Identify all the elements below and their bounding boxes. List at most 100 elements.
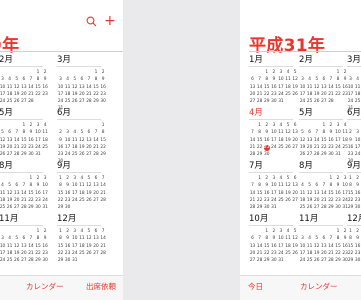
month-block[interactable]: 11月 1 2 3 4 5 6 7 8 9 10 11 12 13 14 15 16 17 18 19 20 21 22 23… [0, 214, 49, 264]
day-cell[interactable]: 21 [249, 144, 256, 151]
day-cell[interactable]: 22 [347, 197, 354, 204]
day-cell[interactable]: 10 [299, 84, 306, 91]
day-cell[interactable]: 25 [354, 98, 361, 105]
day-cell[interactable]: 24 [334, 144, 341, 151]
day-cell[interactable]: 7 [249, 182, 256, 189]
day-cell[interactable]: 19 [292, 84, 299, 91]
day-cell[interactable]: 4 [78, 175, 85, 182]
day-cell[interactable]: 22 [34, 91, 41, 98]
day-cell[interactable]: 23 [100, 91, 107, 98]
day-cell[interactable]: 5 [292, 69, 299, 76]
day-cell[interactable]: 25 [306, 98, 313, 105]
day-cell[interactable]: 31 [270, 204, 277, 211]
day-cell[interactable]: 14 [256, 243, 263, 250]
day-cell[interactable]: 30 [263, 204, 270, 211]
day-cell[interactable]: 8 [256, 129, 263, 136]
day-cell[interactable] [299, 228, 306, 235]
day-cell[interactable]: 7 [100, 228, 107, 235]
day-cell[interactable] [57, 122, 64, 129]
day-cell[interactable] [313, 69, 320, 76]
day-cell[interactable]: 25 [6, 98, 13, 105]
day-cell[interactable]: 9 [263, 182, 270, 189]
day-cell[interactable]: 3 [57, 76, 64, 83]
day-cell[interactable]: 19 [299, 144, 306, 151]
day-cell[interactable]: 9 [354, 235, 361, 242]
day-cell[interactable]: 21 [313, 144, 320, 151]
day-cell[interactable]: 28 [100, 197, 107, 204]
day-cell[interactable]: 2 [347, 129, 354, 136]
day-cell[interactable] [256, 228, 263, 235]
day-cell[interactable]: 8 [320, 129, 327, 136]
day-cell[interactable]: 15 [20, 137, 27, 144]
day-cell[interactable]: 14 [20, 190, 27, 197]
day-cell[interactable]: 25 [306, 257, 313, 264]
day-cell[interactable]: 16 [64, 190, 71, 197]
day-cell[interactable]: 17 [354, 144, 361, 151]
day-cell[interactable]: 23 [354, 197, 361, 204]
day-cell[interactable]: 28 [27, 98, 34, 105]
day-cell[interactable]: 28 [249, 151, 256, 158]
month-block[interactable]: 10月 1 2 3 4 5 6 7 8 9 10 11 12 13 14 15 16 17 18 19 20 21 22 23… [249, 214, 299, 264]
tab-inbox[interactable]: 出席依頼 [86, 281, 116, 292]
day-cell[interactable] [320, 175, 327, 182]
day-cell[interactable] [327, 69, 334, 76]
day-cell[interactable]: 5 [13, 76, 20, 83]
day-cell[interactable]: 6 [306, 129, 313, 136]
day-cell[interactable]: 23 [27, 144, 34, 151]
day-cell[interactable]: 10 [71, 235, 78, 242]
day-cell[interactable]: 6 [92, 228, 99, 235]
day-cell[interactable]: 11 [277, 129, 284, 136]
day-cell[interactable]: 2 [354, 228, 361, 235]
day-cell[interactable]: 5 [85, 228, 92, 235]
day-cell[interactable] [20, 228, 27, 235]
day-cell[interactable]: 26 [299, 151, 306, 158]
day-cell[interactable]: 30 [100, 98, 107, 105]
day-cell[interactable]: 1 [57, 175, 64, 182]
day-cell[interactable]: 22 [263, 91, 270, 98]
day-cell[interactable]: 30 [327, 151, 334, 158]
day-cell[interactable] [313, 122, 320, 129]
day-cell[interactable]: 12 [292, 76, 299, 83]
day-cell[interactable] [6, 175, 13, 182]
day-cell[interactable]: 22 [27, 197, 34, 204]
day-cell[interactable]: 7 [20, 182, 27, 189]
day-cell[interactable]: 17 [71, 243, 78, 250]
day-cell[interactable]: 7 [85, 76, 92, 83]
day-cell[interactable]: 29 [20, 151, 27, 158]
day-cell[interactable]: 22 [334, 250, 341, 257]
day-cell[interactable]: 15 [320, 137, 327, 144]
day-cell[interactable]: 29 [57, 204, 64, 211]
day-cell[interactable]: 24 [42, 197, 49, 204]
day-cell[interactable]: 4 [354, 76, 361, 83]
day-cell[interactable]: 13 [292, 182, 299, 189]
day-cell[interactable]: 15 [57, 243, 64, 250]
day-cell[interactable]: 19 [13, 250, 20, 257]
day-cell[interactable]: 3 [277, 228, 284, 235]
day-cell[interactable]: 20 [313, 197, 320, 204]
day-cell[interactable]: 4 [42, 122, 49, 129]
day-cell[interactable]: 16 [42, 243, 49, 250]
day-cell[interactable] [249, 69, 256, 76]
day-cell[interactable]: 27 [249, 257, 256, 264]
day-cell[interactable]: 10 [270, 129, 277, 136]
day-cell[interactable]: 21 [256, 250, 263, 257]
day-cell[interactable]: 26 [6, 204, 13, 211]
day-cell[interactable]: 27 [313, 204, 320, 211]
day-cell[interactable]: 29 [34, 257, 41, 264]
day-cell[interactable]: 7 [256, 76, 263, 83]
day-cell[interactable]: 22 [347, 250, 354, 257]
day-cell[interactable]: 17 [64, 144, 71, 151]
day-cell[interactable]: 23 [354, 250, 361, 257]
day-cell[interactable]: 27 [92, 250, 99, 257]
day-cell[interactable]: 6 [249, 235, 256, 242]
day-cell[interactable]: 12 [71, 84, 78, 91]
day-cell[interactable]: 13 [306, 137, 313, 144]
day-cell[interactable]: 16 [100, 84, 107, 91]
day-cell[interactable] [85, 69, 92, 76]
day-cell[interactable]: 4 [6, 76, 13, 83]
day-cell[interactable]: 23 [327, 144, 334, 151]
day-cell[interactable]: 19 [284, 137, 291, 144]
day-cell[interactable]: 4 [6, 235, 13, 242]
day-cell[interactable] [249, 228, 256, 235]
day-cell[interactable]: 30 [270, 257, 277, 264]
